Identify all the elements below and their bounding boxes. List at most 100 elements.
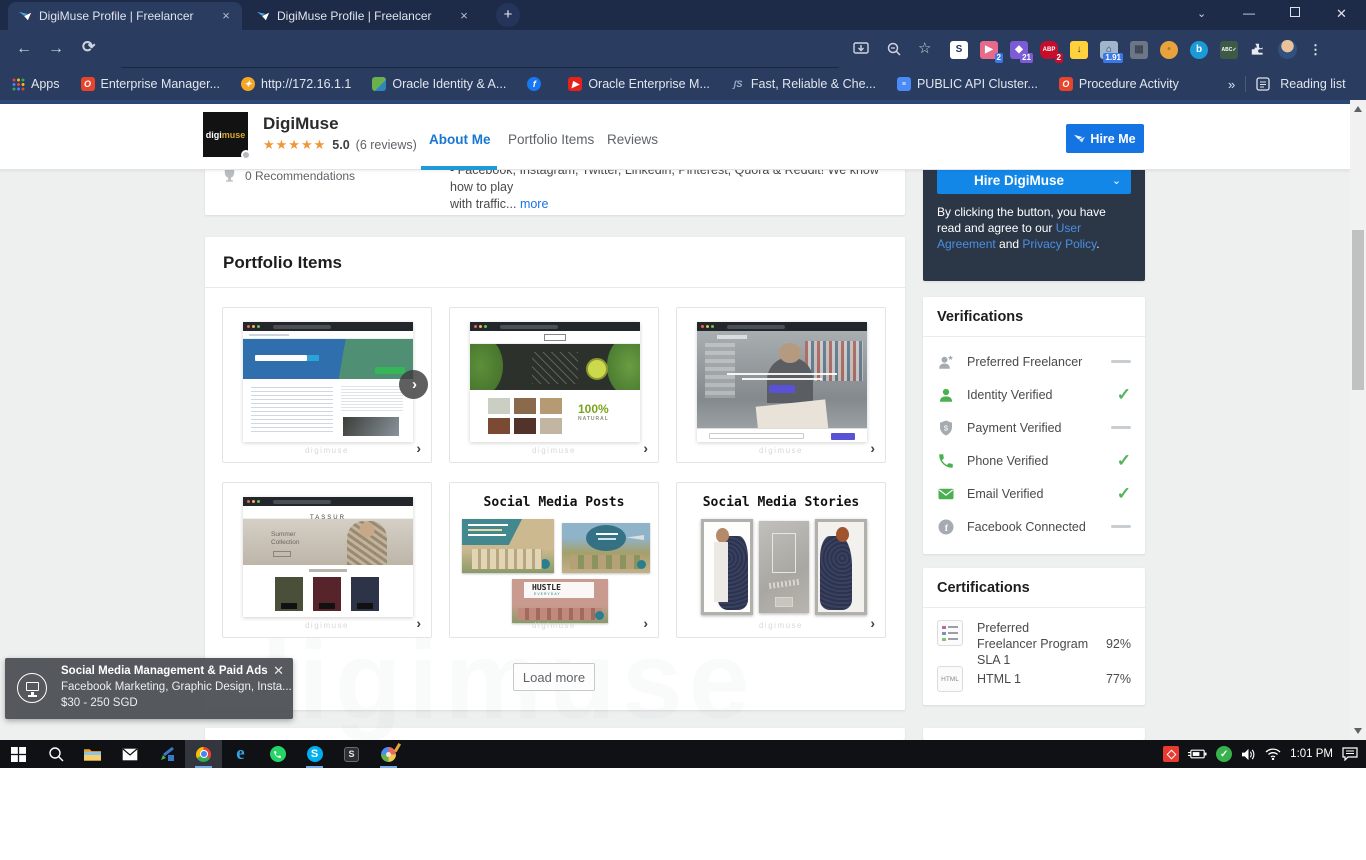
hire-me-button[interactable]: Hire Me (1066, 124, 1144, 153)
tray-red-app-icon[interactable] (1163, 746, 1179, 762)
certification-list-icon (937, 620, 963, 646)
file-explorer-button[interactable] (74, 740, 111, 768)
action-center-icon[interactable] (1342, 747, 1358, 761)
extension-cookie-icon[interactable]: • (1160, 41, 1178, 59)
battery-icon[interactable] (1188, 748, 1207, 760)
open-item-chevron-icon[interactable]: › (870, 615, 875, 631)
snagit-button[interactable]: S (333, 740, 370, 768)
open-item-chevron-icon[interactable]: › (643, 615, 648, 631)
bookmarks-overflow-icon[interactable]: » (1228, 77, 1235, 92)
project-toast[interactable]: Social Media Management & Paid Ads Faceb… (5, 658, 293, 719)
open-item-chevron-icon[interactable]: › (416, 615, 421, 631)
recommendation-icon (222, 168, 237, 183)
clock[interactable]: 1:01 PM (1290, 748, 1333, 760)
zoom-icon[interactable] (886, 41, 902, 57)
extensions-puzzle-icon[interactable] (1250, 42, 1266, 58)
verification-label: Payment Verified (967, 421, 1099, 435)
window-close-icon[interactable]: ✕ (1336, 6, 1347, 22)
whatsapp-button[interactable] (259, 740, 296, 768)
bookmarks-bar: Apps O Enterprise Manager... ✦ http://17… (0, 68, 1366, 100)
window-minimize-icon[interactable]: — (1243, 6, 1255, 20)
edge-button[interactable]: e (222, 740, 259, 768)
open-item-chevron-icon[interactable]: › (416, 440, 421, 456)
bookmark-oracle-enterprise[interactable]: ▶ Oracle Enterprise M... (568, 77, 710, 91)
status-dot (241, 150, 251, 160)
reviews-count[interactable]: (6 reviews) (356, 138, 417, 152)
open-item-chevron-icon[interactable]: › (643, 440, 648, 456)
more-link[interactable]: more (520, 197, 548, 211)
start-button[interactable] (0, 740, 37, 768)
extension-spellcheck-icon[interactable]: ABC✓ (1220, 41, 1238, 59)
bookmark-apps[interactable]: Apps (12, 77, 60, 91)
verification-label: Email Verified (967, 487, 1105, 501)
extension-media-icon[interactable]: ▶2 (980, 41, 998, 59)
scrollbar-thumb[interactable] (1352, 230, 1364, 390)
paint-button[interactable] (370, 740, 407, 768)
extension-bing-icon[interactable]: b (1190, 41, 1208, 59)
portfolio-item-social-media-posts[interactable]: Social Media Posts HUSTLE (449, 482, 659, 638)
oracle-icon: O (1059, 77, 1073, 91)
bookmark-star-icon[interactable]: ☆ (918, 39, 931, 57)
back-icon[interactable]: ← (16, 41, 32, 57)
chrome-button[interactable] (185, 740, 222, 768)
portfolio-item-fashion-store[interactable]: TASSUR Summer Collection (222, 482, 432, 638)
portfolio-header: Portfolio Items (205, 237, 905, 288)
reload-icon[interactable]: ⟳ (82, 40, 95, 56)
mail-button[interactable] (111, 740, 148, 768)
extension-badge: 2 (995, 53, 1003, 63)
status-check-icon: ✓ (1117, 484, 1131, 504)
extension-s-icon[interactable]: S (950, 41, 968, 59)
bookmark-router[interactable]: ✦ http://172.16.1.1 (241, 77, 351, 91)
profile-name: DigiMuse (263, 114, 339, 134)
bookmark-procedure-activity[interactable]: O Procedure Activity (1059, 77, 1179, 91)
bookmark-public-api[interactable]: ≡ PUBLIC API Cluster... (897, 77, 1038, 91)
load-more-button[interactable]: Load more (513, 663, 595, 691)
load-more-label: Load more (523, 670, 585, 685)
bookmark-oracle-identity[interactable]: Oracle Identity & A... (372, 77, 506, 91)
tab-close-icon[interactable]: × (218, 8, 234, 24)
portfolio-item-organic-products[interactable]: 100% NATURAL digimuse › (449, 307, 659, 463)
extension-grid-icon[interactable]: ▦ (1130, 41, 1148, 59)
bookmark-facebook[interactable]: f (527, 77, 547, 91)
install-icon[interactable] (853, 41, 869, 57)
chrome-menu-icon[interactable]: ⋮ (1309, 42, 1322, 58)
verifications-card: Verifications Preferred Freelancer Ident… (923, 297, 1145, 554)
volume-icon[interactable] (1241, 748, 1256, 761)
sync-ok-icon[interactable]: ✓ (1216, 746, 1232, 762)
hire-digimuse-button[interactable]: Hire DigiMuse ⌄ (937, 166, 1131, 194)
toast-close-icon[interactable]: ✕ (273, 663, 284, 679)
status-check-icon: ✓ (1117, 451, 1131, 471)
browser-tab-active[interactable]: DigiMuse Profile | Freelancer × (8, 2, 242, 30)
post-text: HUSTLE (532, 583, 561, 592)
taskbar-search-button[interactable] (37, 740, 74, 768)
open-item-chevron-icon[interactable]: › (870, 440, 875, 456)
tab-reviews[interactable]: Reviews (607, 132, 658, 147)
tab-close-icon[interactable]: × (456, 8, 472, 24)
carousel-next-button[interactable]: › (399, 370, 428, 399)
portfolio-item-corporate-website[interactable]: digimuse › (676, 307, 886, 463)
bookmark-fast-reliable[interactable]: ʃS Fast, Reliable & Che... (731, 77, 876, 91)
extension-price-tracker-icon[interactable]: ⌂1.91 (1100, 41, 1118, 59)
tab-search-chevron-icon[interactable]: ⌄ (1197, 7, 1206, 20)
scroll-up-icon[interactable] (1354, 106, 1362, 112)
wifi-icon[interactable] (1265, 748, 1281, 760)
chevron-down-icon[interactable]: ⌄ (1101, 174, 1131, 187)
tab-about-me[interactable]: About Me (429, 132, 491, 147)
page-scrollbar[interactable] (1350, 100, 1366, 740)
privacy-policy-link[interactable]: Privacy Policy (1022, 237, 1096, 251)
reading-list-label[interactable]: Reading list (1280, 77, 1345, 91)
tab-portfolio-items[interactable]: Portfolio Items (508, 132, 594, 147)
new-tab-button[interactable]: + (496, 3, 520, 27)
forward-icon[interactable]: → (48, 41, 64, 57)
skype-button[interactable]: S (296, 740, 333, 768)
bookmark-enterprise-manager[interactable]: O Enterprise Manager... (81, 77, 221, 91)
extension-abp-icon[interactable]: ABP2 (1040, 41, 1058, 59)
window-maximize-icon[interactable] (1290, 7, 1300, 17)
remote-app-button[interactable] (148, 740, 185, 768)
scroll-down-icon[interactable] (1354, 728, 1362, 734)
profile-avatar[interactable] (1278, 40, 1297, 59)
browser-tab-inactive[interactable]: DigiMuse Profile | Freelancer × (246, 2, 480, 30)
extension-download-icon[interactable]: ↓ (1070, 41, 1088, 59)
extension-purple-icon[interactable]: ◆21 (1010, 41, 1028, 59)
portfolio-item-social-media-stories[interactable]: Social Media Stories digimuse › (676, 482, 886, 638)
